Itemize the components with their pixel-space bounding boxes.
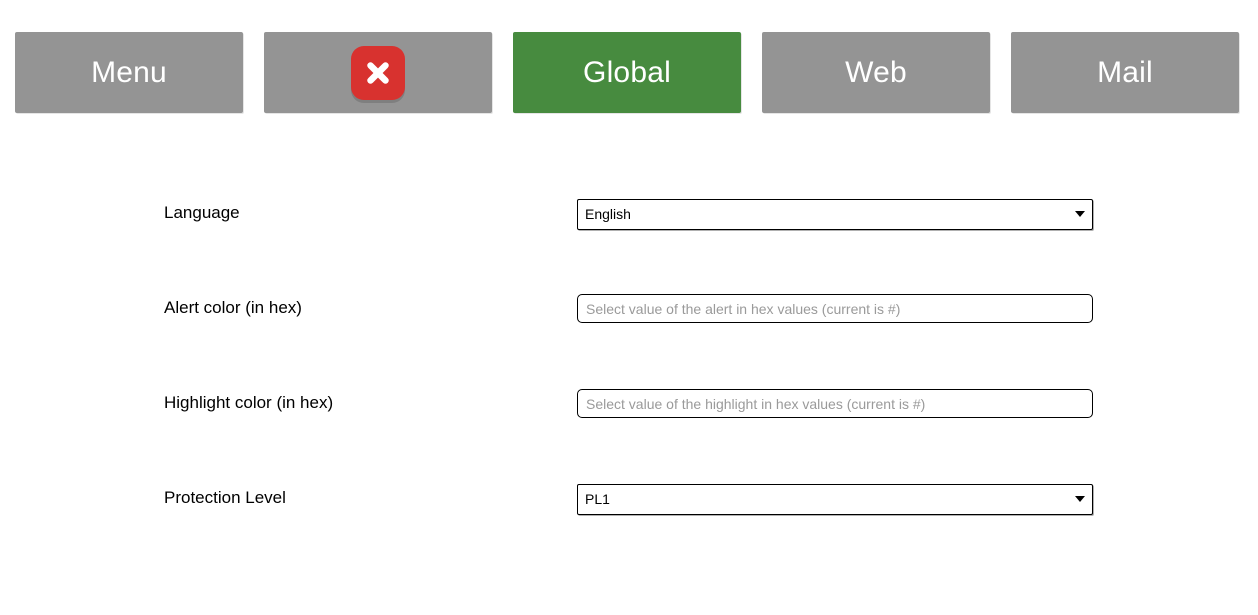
form-row-language: Language English xyxy=(0,185,1258,280)
form-row-highlight-color: Highlight color (in hex) xyxy=(0,375,1258,470)
nav-button-menu-label: Menu xyxy=(91,55,167,89)
nav-button-web-label: Web xyxy=(845,55,907,89)
form-row-alert-color: Alert color (in hex) xyxy=(0,280,1258,375)
protection-level-select-value: PL1 xyxy=(585,491,610,507)
nav-button-global[interactable]: Global xyxy=(513,32,741,113)
control-protection-level: PL1 xyxy=(577,484,1093,515)
settings-form: Language English Alert color (in hex) Hi… xyxy=(0,185,1258,565)
nav-button-web[interactable]: Web xyxy=(762,32,990,113)
highlight-color-input[interactable] xyxy=(577,389,1093,418)
control-alert-color xyxy=(577,294,1093,323)
top-navigation-bar: Menu Global Web Mail xyxy=(15,32,1243,113)
chevron-down-icon xyxy=(1075,496,1085,502)
label-alert-color: Alert color (in hex) xyxy=(164,298,302,317)
protection-level-select[interactable]: PL1 xyxy=(577,484,1093,515)
label-protection-level: Protection Level xyxy=(164,488,286,507)
language-select[interactable]: English xyxy=(577,199,1093,230)
label-language: Language xyxy=(164,203,240,222)
chevron-down-icon xyxy=(1075,211,1085,217)
nav-button-mail-label: Mail xyxy=(1097,55,1153,89)
alert-color-input[interactable] xyxy=(577,294,1093,323)
close-x-icon xyxy=(351,45,405,100)
control-language: English xyxy=(577,199,1093,230)
nav-button-close[interactable] xyxy=(264,32,492,113)
language-select-value: English xyxy=(585,206,631,222)
form-row-protection-level: Protection Level PL1 xyxy=(0,470,1258,565)
label-highlight-color: Highlight color (in hex) xyxy=(164,393,334,412)
control-highlight-color xyxy=(577,389,1093,418)
nav-button-menu[interactable]: Menu xyxy=(15,32,243,113)
nav-button-global-label: Global xyxy=(583,55,671,89)
nav-button-mail[interactable]: Mail xyxy=(1011,32,1239,113)
